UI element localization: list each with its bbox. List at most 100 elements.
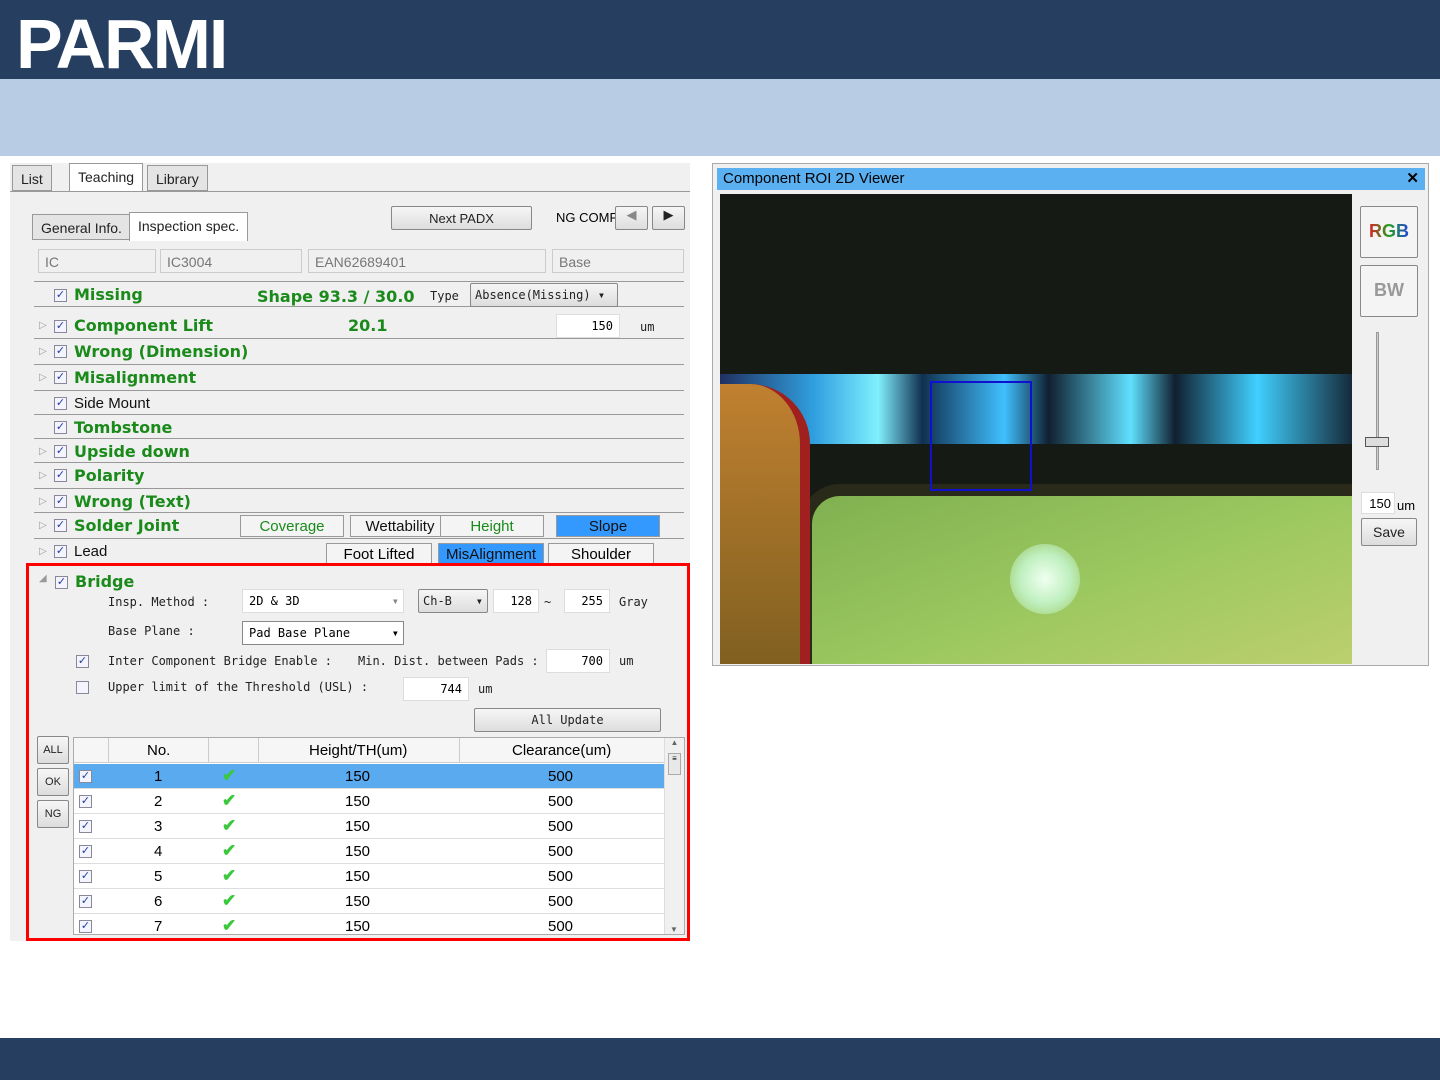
base-plane-label: Base Plane : xyxy=(108,624,195,638)
checkbox[interactable]: ✓ xyxy=(54,421,67,434)
expand-icon[interactable]: ▷ xyxy=(39,346,47,357)
shape-value: Shape 93.3 / 30.0 xyxy=(257,287,415,306)
collapse-icon[interactable]: ◢ xyxy=(39,573,47,584)
tab-library[interactable]: Library xyxy=(147,165,208,191)
item-row[interactable]: ▷ ✓ Misalignment xyxy=(34,365,684,391)
row-checkbox[interactable]: ✓ xyxy=(79,845,92,858)
expand-icon[interactable]: ▷ xyxy=(39,520,47,531)
scrollbar[interactable]: ▲ ≡ ▼ xyxy=(664,738,684,934)
inter-bridge-label: Inter Component Bridge Enable : xyxy=(108,654,332,668)
min-dist-input[interactable]: 700 xyxy=(546,649,610,673)
table-row[interactable]: ✓ 6 ✔ 150 500 xyxy=(74,889,664,914)
expand-icon[interactable]: ▷ xyxy=(39,470,47,481)
slider-track[interactable] xyxy=(1376,332,1379,470)
gray-min-input[interactable]: 128 xyxy=(493,589,539,613)
ok-check-icon: ✔ xyxy=(222,816,237,835)
next-arrow-icon[interactable]: ▶ xyxy=(652,206,685,230)
checkbox[interactable]: ✓ xyxy=(54,345,67,358)
row-checkbox[interactable]: ✓ xyxy=(79,920,92,933)
rgb-button[interactable]: RGB xyxy=(1360,206,1418,258)
scroll-thumb[interactable]: ≡ xyxy=(668,753,681,775)
slider-thumb[interactable] xyxy=(1365,437,1389,447)
lift-input[interactable]: 150 xyxy=(556,314,620,338)
bridge-checkbox[interactable]: ✓ xyxy=(55,576,68,589)
checkbox[interactable]: ✓ xyxy=(54,469,67,482)
row-height: 150 xyxy=(345,893,371,910)
viewer-title: Component ROI 2D Viewer xyxy=(723,170,905,187)
solder-slope-button[interactable]: Slope xyxy=(556,515,660,537)
table-row[interactable]: ✓ 1 ✔ 150 500 xyxy=(74,764,664,789)
row-checkbox[interactable]: ✓ xyxy=(79,870,92,883)
prev-arrow-icon[interactable]: ◀ xyxy=(615,206,648,230)
checkbox[interactable]: ✓ xyxy=(54,320,67,333)
solder-coverage-button[interactable]: Coverage xyxy=(240,515,344,537)
bw-button[interactable]: BW xyxy=(1360,265,1418,317)
expand-icon[interactable]: ▷ xyxy=(39,446,47,457)
item-row[interactable]: ▷ ✓ Polarity xyxy=(34,463,684,489)
item-label: Wrong (Dimension) xyxy=(74,342,249,361)
checkbox[interactable]: ✓ xyxy=(54,397,67,410)
tab-list[interactable]: List xyxy=(12,165,52,191)
table-row[interactable]: ✓ 7 ✔ 150 500 xyxy=(74,914,664,934)
ok-button[interactable]: OK xyxy=(37,768,69,796)
type-select[interactable]: Absence(Missing) ▾ xyxy=(470,283,618,307)
solder-height-button[interactable]: Height xyxy=(440,515,544,537)
all-button[interactable]: ALL xyxy=(37,736,69,764)
solder-wettability-button[interactable]: Wettability xyxy=(350,515,450,537)
checkbox[interactable]: ✓ xyxy=(54,445,67,458)
checkbox[interactable]: ✓ xyxy=(54,371,67,384)
tab-general-info[interactable]: General Info. xyxy=(32,214,131,240)
close-icon[interactable]: ✕ xyxy=(1406,169,1419,187)
item-row[interactable]: ▷ ✓ Upside down xyxy=(34,439,684,463)
tilde: ~ xyxy=(544,595,552,609)
lead-shoulder-button[interactable]: Shoulder xyxy=(548,543,654,565)
component-image[interactable] xyxy=(720,194,1352,664)
type-value: Absence(Missing) xyxy=(475,288,591,302)
header-no: No. xyxy=(147,742,171,759)
table-row[interactable]: ✓ 5 ✔ 150 500 xyxy=(74,864,664,889)
table-row[interactable]: ✓ 4 ✔ 150 500 xyxy=(74,839,664,864)
all-update-button[interactable]: All Update xyxy=(474,708,661,732)
next-padx-button[interactable]: Next PADX xyxy=(391,206,532,230)
tab-inspection-spec[interactable]: Inspection spec. xyxy=(129,212,249,241)
item-row[interactable]: ▷ ✓ Wrong (Dimension) xyxy=(34,339,684,365)
table-row[interactable]: ✓ 2 ✔ 150 500 xyxy=(74,789,664,814)
method-select[interactable]: 2D & 3D ▾ xyxy=(242,589,404,613)
base-plane-select[interactable]: Pad Base Plane ▾ xyxy=(242,621,404,645)
item-row[interactable]: ✓ Side Mount xyxy=(34,391,684,415)
save-button[interactable]: Save xyxy=(1361,518,1417,546)
checkbox[interactable]: ✓ xyxy=(54,519,67,532)
row-height: 150 xyxy=(345,768,371,785)
expand-icon[interactable]: ▷ xyxy=(39,496,47,507)
table-row[interactable]: ✓ 3 ✔ 150 500 xyxy=(74,814,664,839)
lead-misalignment-button[interactable]: MisAlignment xyxy=(438,543,544,565)
ok-check-icon: ✔ xyxy=(222,841,237,860)
checkbox[interactable]: ✓ xyxy=(54,495,67,508)
checkbox[interactable]: ✓ xyxy=(54,289,67,302)
expand-icon[interactable]: ▷ xyxy=(39,372,47,383)
expand-icon[interactable]: ▷ xyxy=(39,320,47,331)
row-checkbox[interactable]: ✓ xyxy=(79,820,92,833)
usl-input[interactable]: 744 xyxy=(403,677,469,701)
gray-max-input[interactable]: 255 xyxy=(564,589,610,613)
ng-button[interactable]: NG xyxy=(37,800,69,828)
item-row[interactable]: ▷ ✓ Wrong (Text) xyxy=(34,489,684,513)
usl-checkbox[interactable]: ✓ xyxy=(76,681,89,694)
item-missing[interactable]: ✓ Missing Shape 93.3 / 30.0 Type Absence… xyxy=(34,281,684,307)
expand-icon[interactable]: ▷ xyxy=(39,546,47,557)
lead-foot-lifted-button[interactable]: Foot Lifted xyxy=(326,543,432,565)
part-field: EAN62689401 xyxy=(308,249,546,273)
row-checkbox[interactable]: ✓ xyxy=(79,795,92,808)
tab-teaching[interactable]: Teaching xyxy=(69,163,144,191)
value-input[interactable]: 150 xyxy=(1361,492,1395,514)
item-row[interactable]: ▷ ✓ Solder Joint Coverage Wettability Height S… xyxy=(34,513,684,539)
row-checkbox[interactable]: ✓ xyxy=(79,770,92,783)
item-row[interactable]: ▷ ✓ Lead Foot Lifted MisAlignment Shoulder xyxy=(34,539,684,565)
row-checkbox[interactable]: ✓ xyxy=(79,895,92,908)
roi-box[interactable] xyxy=(930,381,1032,491)
checkbox[interactable]: ✓ xyxy=(54,545,67,558)
inter-bridge-checkbox[interactable]: ✓ xyxy=(76,655,89,668)
item-component-lift[interactable]: ▷ ✓ Component Lift 20.1 150 um xyxy=(34,313,684,339)
channel-select[interactable]: Ch-B ▾ xyxy=(418,589,488,613)
item-row[interactable]: ✓ Tombstone xyxy=(34,415,684,439)
